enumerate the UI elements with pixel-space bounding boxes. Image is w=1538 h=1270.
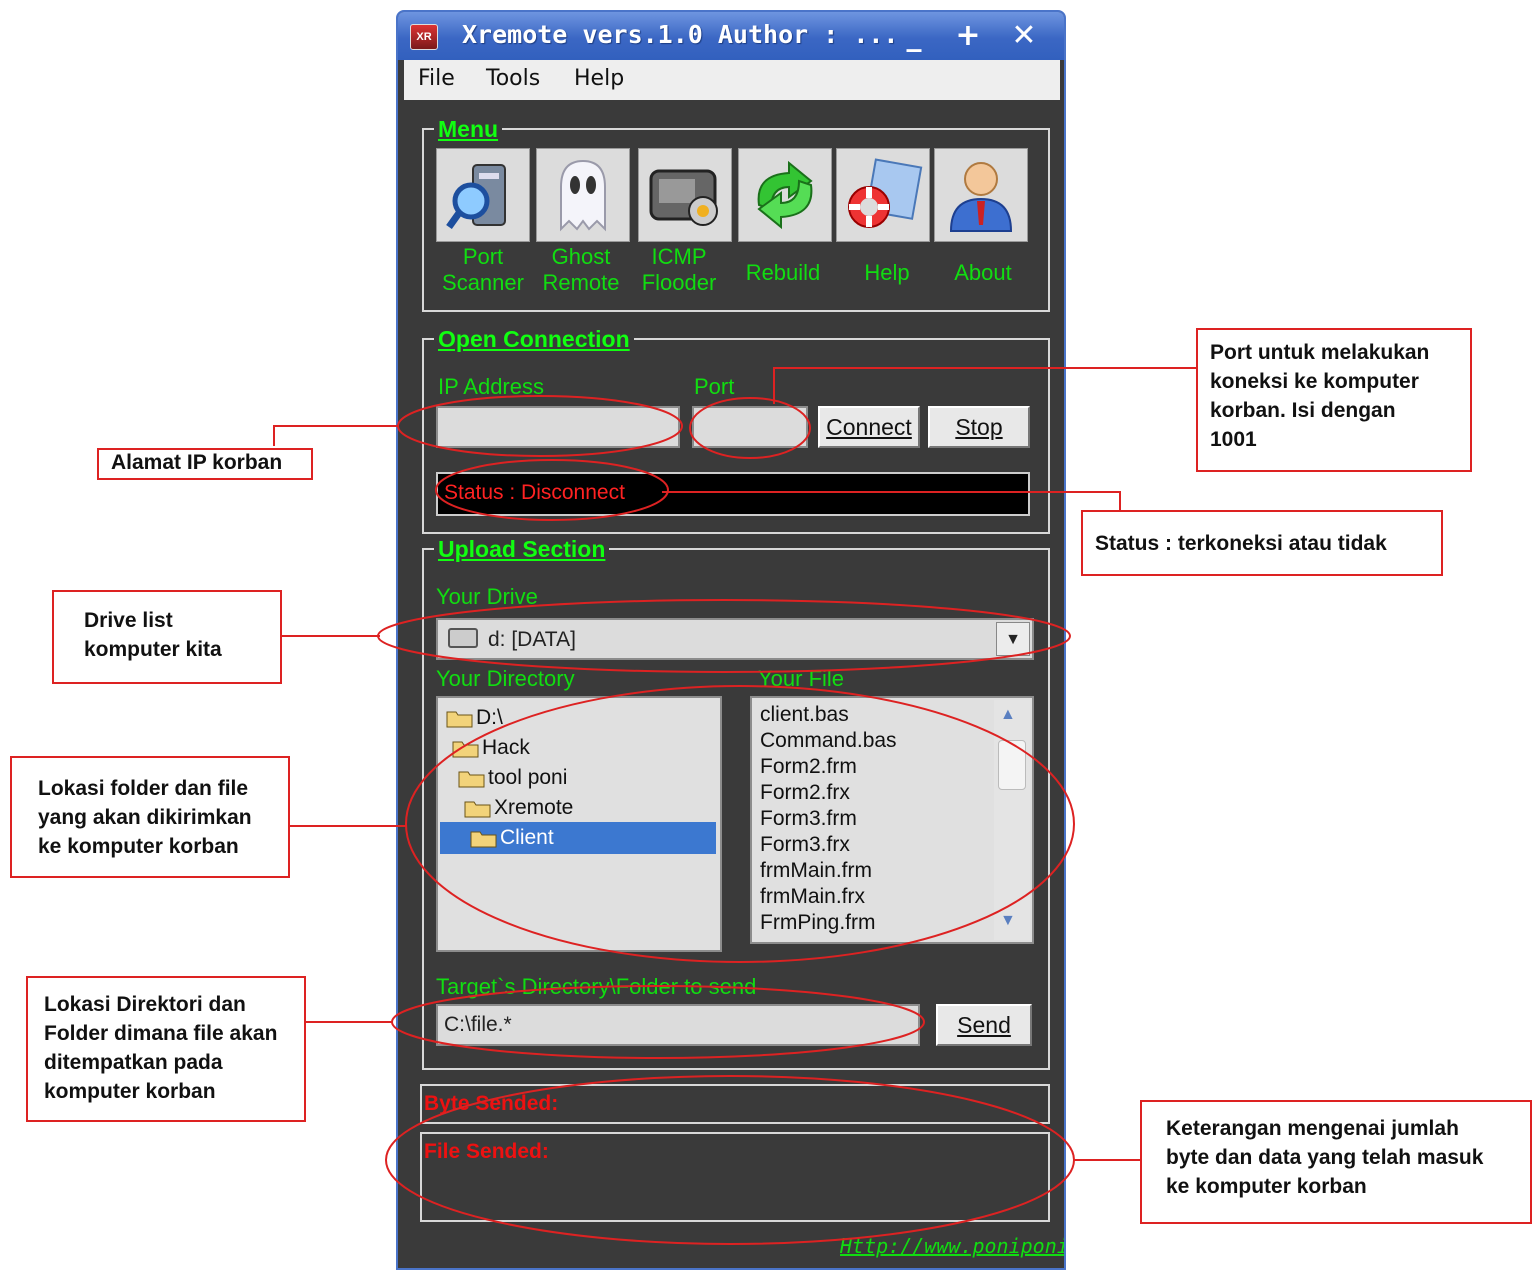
port-scanner-icon: [446, 164, 506, 230]
byte-sended-label: Byte Sended:: [424, 1092, 559, 1115]
send-button[interactable]: Send: [936, 1004, 1032, 1046]
folder-open-icon: [452, 741, 479, 758]
ghost-remote-label: Ghost Remote: [542, 244, 620, 295]
xremote-window: XR Xremote vers.1.0 Author : ... _ + ✕ F…: [396, 10, 1066, 1270]
your-file-label: Your File: [758, 666, 845, 691]
help-button[interactable]: [836, 148, 930, 242]
folder-open-icon: [470, 831, 497, 848]
menu-file[interactable]: File: [418, 66, 455, 91]
target-directory-input[interactable]: [436, 1004, 920, 1046]
target-directory-label: Target`s Directory\Folder to send: [436, 974, 757, 999]
directory-item[interactable]: D:\: [446, 704, 503, 732]
your-drive-label: Your Drive: [436, 584, 538, 609]
drive-select[interactable]: d: [DATA] ▼: [436, 618, 1034, 660]
directory-item[interactable]: Xremote: [464, 794, 573, 822]
file-sended-label: File Sended:: [424, 1140, 549, 1163]
your-directory-label: Your Directory: [436, 666, 575, 691]
file-item[interactable]: Form3.frx: [760, 832, 850, 858]
file-item[interactable]: FrmPing.frm: [760, 910, 876, 936]
rebuild-arrows-icon: [757, 160, 813, 230]
rebuild-label: Rebuild: [745, 260, 821, 285]
port-scanner-button[interactable]: [436, 148, 530, 242]
file-item[interactable]: frmMain.frm: [760, 858, 872, 884]
app-icon: XR: [410, 24, 438, 50]
icmp-flooder-button[interactable]: [638, 148, 732, 242]
directory-item-selected[interactable]: Client: [470, 824, 554, 852]
window-title: Xremote vers.1.0 Author : ...: [462, 20, 899, 49]
ip-connector: [273, 425, 398, 446]
menu-help[interactable]: Help: [574, 66, 624, 91]
stop-button[interactable]: Stop: [928, 406, 1030, 448]
file-item[interactable]: Form2.frx: [760, 780, 850, 806]
annotation-target: Lokasi Direktori dan Folder dimana file a…: [26, 976, 306, 1122]
folder-open-icon: [446, 711, 473, 728]
open-connection-legend: Open Connection: [434, 326, 634, 353]
annotation-folder: Lokasi folder dan file yang akan dikirimk…: [10, 756, 290, 878]
help-lifebuoy-icon: [848, 158, 923, 228]
drive-icon: [448, 628, 478, 648]
close-button[interactable]: ✕: [1002, 16, 1046, 56]
scroll-down-icon[interactable]: ▼: [1000, 912, 1016, 930]
annotation-ip: Alamat IP korban: [97, 448, 313, 480]
file-list[interactable]: client.bas Command.bas Form2.frm Form2.f…: [750, 696, 1034, 944]
minimize-button[interactable]: _: [892, 16, 936, 56]
drive-value: d: [DATA]: [488, 628, 576, 651]
maximize-button[interactable]: +: [946, 16, 990, 56]
port-input[interactable]: [692, 406, 808, 448]
help-label: Help: [864, 260, 910, 285]
annotation-port: Port untuk melakukan koneksi ke komputer k…: [1196, 328, 1472, 472]
file-item[interactable]: Command.bas: [760, 728, 897, 754]
ip-address-input[interactable]: [436, 406, 680, 448]
annotation-bytes: Keterangan mengenai jumlah byte dan data …: [1140, 1100, 1532, 1224]
directory-item[interactable]: tool poni: [458, 764, 567, 792]
file-list-scrollbar[interactable]: ▲ ▼: [994, 700, 1030, 940]
directory-tree[interactable]: D:\ Hack tool poni Xremote Client: [436, 696, 722, 952]
menu-tools[interactable]: Tools: [486, 66, 540, 91]
scroll-up-icon[interactable]: ▲: [1000, 706, 1016, 724]
connect-button[interactable]: Connect: [818, 406, 920, 448]
footer-link[interactable]: Http://www.poniponi.tk: [840, 1234, 1064, 1258]
ip-address-label: IP Address: [438, 374, 544, 399]
ghost-remote-button[interactable]: [536, 148, 630, 242]
ghost-icon: [560, 159, 606, 232]
connection-status: Status : Disconnect: [436, 472, 1030, 516]
file-item[interactable]: client.bas: [760, 702, 849, 728]
folder-open-icon: [458, 771, 485, 788]
directory-item[interactable]: Hack: [452, 734, 530, 762]
file-item[interactable]: Form3.frm: [760, 806, 857, 832]
icmp-flooder-icon: [649, 169, 718, 226]
port-scanner-label: Port Scanner: [442, 244, 524, 295]
icmp-flooder-label: ICMP Flooder: [641, 244, 717, 295]
chevron-down-icon[interactable]: ▼: [996, 622, 1030, 656]
folder-open-icon: [464, 801, 491, 818]
about-button[interactable]: [934, 148, 1028, 242]
port-label: Port: [694, 374, 735, 399]
about-label: About: [954, 260, 1012, 285]
about-user-icon: [949, 162, 1013, 232]
upload-section-legend: Upload Section: [434, 536, 610, 563]
file-item[interactable]: frmMain.frx: [760, 884, 865, 910]
title-bar[interactable]: XR Xremote vers.1.0 Author : ... _ + ✕: [398, 12, 1064, 60]
rebuild-button[interactable]: [738, 148, 832, 242]
file-item[interactable]: Form2.frm: [760, 754, 857, 780]
annotation-drive: Drive list komputer kita: [52, 590, 282, 684]
annotation-status: Status : terkoneksi atau tidak: [1081, 510, 1443, 576]
menu-legend: Menu: [434, 116, 503, 143]
scroll-thumb[interactable]: [998, 740, 1026, 790]
menu-bar: File Tools Help: [404, 60, 1060, 100]
